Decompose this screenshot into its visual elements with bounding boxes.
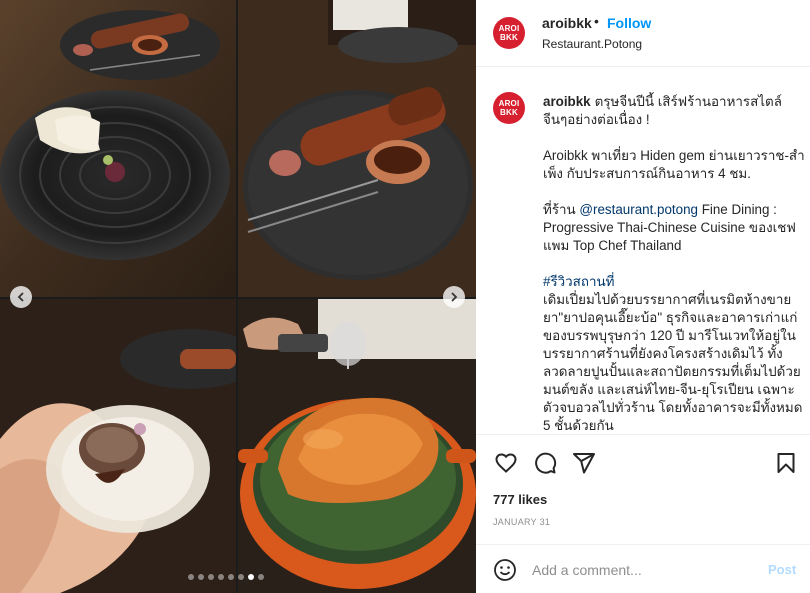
- carousel-prev-button[interactable]: [10, 286, 32, 308]
- carousel-dot-active: [248, 574, 254, 580]
- carousel-dot: [208, 574, 214, 580]
- emoji-icon: [494, 559, 516, 581]
- action-bar: 777 likes JANUARY 31: [476, 434, 810, 544]
- follow-button[interactable]: Follow: [607, 15, 651, 31]
- post-media[interactable]: [0, 0, 476, 593]
- comment-bar: Post: [476, 544, 810, 593]
- separator-dot: •: [594, 13, 599, 29]
- avatar-text: BKK: [500, 108, 518, 117]
- carousel-dot: [258, 574, 264, 580]
- caption-text-prefix: ที่ร้าน: [543, 202, 580, 217]
- carousel-next-button[interactable]: [443, 286, 465, 308]
- avatar[interactable]: AROI BKK: [493, 17, 525, 49]
- comment-input[interactable]: [532, 559, 752, 581]
- carousel-dot: [228, 574, 234, 580]
- caption-paragraph: เดิมเปี่ยมไปด้วยบรรยากาศที่เนรมิตห้างขาย…: [543, 292, 803, 433]
- mention-link[interactable]: @restaurant.potong: [579, 202, 698, 217]
- username-link[interactable]: aroibkk: [542, 15, 592, 31]
- share-icon: [573, 453, 595, 474]
- caption-text: aroibkk ตรุษจีนปีนี้ เสิร์ฟร้านอาหารสไตล์…: [543, 93, 805, 434]
- carousel-dot: [238, 574, 244, 580]
- emoji-button[interactable]: [493, 558, 517, 582]
- photo-plate-with-wraps: [0, 0, 236, 297]
- chevron-left-icon: [17, 292, 24, 302]
- photo-collage: [0, 0, 476, 593]
- caption-area[interactable]: AROI BKK aroibkk ตรุษจีนปีนี้ เสิร์ฟร้านอ…: [476, 68, 810, 434]
- carousel-dot: [198, 574, 204, 580]
- avatar-text: AROI: [498, 24, 520, 33]
- like-button[interactable]: [494, 451, 518, 475]
- likes-count[interactable]: 777 likes: [493, 492, 547, 507]
- post-comment-button[interactable]: Post: [768, 562, 796, 577]
- avatar-text: BKK: [500, 33, 518, 42]
- post-header: AROI BKK aroibkk • Follow Restaurant.Pot…: [476, 0, 810, 67]
- post-date[interactable]: JANUARY 31: [493, 517, 550, 527]
- photo-hand-with-wrap: [0, 299, 236, 593]
- bookmark-icon: [777, 453, 795, 473]
- comment-icon: [535, 452, 557, 474]
- carousel-indicator: [188, 574, 264, 580]
- avatar[interactable]: AROI BKK: [493, 92, 525, 124]
- carousel-dot: [188, 574, 194, 580]
- caption-username[interactable]: aroibkk: [543, 94, 591, 109]
- comment-button[interactable]: [533, 451, 557, 475]
- caption-paragraph: Aroibkk พาเที่ยว Hiden gem ย่านเยาวราช-ส…: [543, 148, 805, 181]
- photo-roast-with-sauce: [238, 0, 476, 297]
- chevron-right-icon: [451, 292, 458, 302]
- post-panel: AROI BKK aroibkk • Follow Restaurant.Pot…: [476, 0, 810, 593]
- carousel-dot: [218, 574, 224, 580]
- avatar-text: AROI: [498, 99, 520, 108]
- save-button[interactable]: [774, 451, 798, 475]
- share-button[interactable]: [572, 451, 596, 475]
- photo-roast-duck-pot: [238, 299, 476, 593]
- location-link[interactable]: Restaurant.Potong: [542, 37, 642, 51]
- hashtag-link[interactable]: #รีวิวสถานที่: [543, 273, 805, 291]
- heart-icon: [495, 453, 517, 473]
